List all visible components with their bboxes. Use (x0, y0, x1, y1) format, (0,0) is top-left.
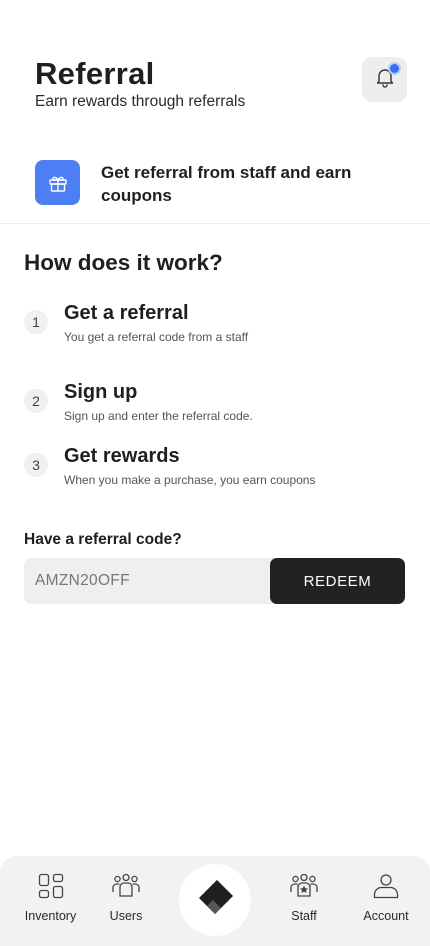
step-number: 1 (24, 310, 48, 334)
account-icon (370, 870, 402, 902)
page-subtitle: Earn rewards through referrals (35, 93, 246, 110)
tab-inventory[interactable]: Inventory (22, 870, 79, 930)
referral-code-label: Have a referral code? (24, 531, 182, 548)
step-title: Get rewards (64, 445, 180, 467)
notification-dot (390, 64, 399, 73)
tab-label: Account (363, 909, 409, 923)
step-title: Get a referral (64, 302, 189, 324)
page-header: Referral Earn rewards through referrals … (0, 0, 430, 224)
referral-code-field: REDEEM (24, 558, 405, 604)
home-logo-icon (195, 878, 235, 923)
gift-icon (35, 160, 80, 205)
step-title: Sign up (64, 381, 138, 403)
page-title: Referral (35, 56, 155, 91)
tab-label: Staff (291, 909, 317, 923)
home-button[interactable] (179, 864, 251, 936)
tab-label: Users (109, 909, 143, 923)
referral-promo: Get referral from staff and earn coupons (35, 160, 415, 206)
staff-icon (288, 870, 320, 902)
step-description: You get a referral code from a staff (64, 330, 249, 344)
step-description: When you make a purchase, you earn coupo… (64, 473, 316, 487)
notifications-button[interactable] (362, 57, 407, 102)
tab-account[interactable]: Account (358, 870, 414, 930)
grid-icon (35, 870, 67, 902)
how-it-works-title: How does it work? (24, 250, 223, 275)
step-number: 3 (24, 453, 48, 477)
tab-users[interactable]: Users (104, 870, 148, 930)
users-icon (110, 870, 142, 902)
tab-staff[interactable]: Staff (282, 870, 326, 930)
promo-text: Get referral from staff and earn coupons (101, 163, 352, 205)
redeem-button[interactable]: REDEEM (270, 558, 405, 604)
referral-code-input[interactable] (24, 558, 274, 604)
step-number: 2 (24, 389, 48, 413)
tab-label: Inventory (24, 909, 77, 923)
step-description: Sign up and enter the referral code. (64, 409, 253, 423)
bottom-tab-bar: Inventory Users Staff Account (0, 856, 430, 946)
